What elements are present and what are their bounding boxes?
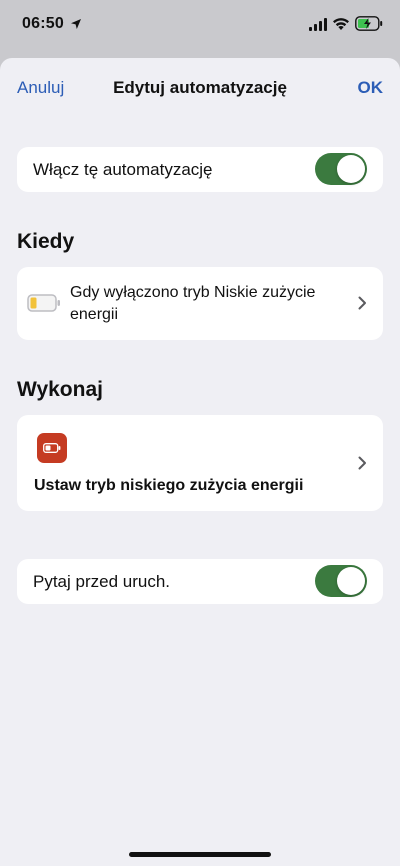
trigger-row[interactable]: Gdy wyłączono tryb Niskie zużycie energi… <box>17 267 383 340</box>
enable-automation-label: Włącz tę automatyzację <box>33 160 213 179</box>
ask-before-running-label: Pytaj przed uruch. <box>33 572 171 591</box>
low-power-mode-icon <box>37 433 67 463</box>
ok-button[interactable]: OK <box>358 78 384 98</box>
do-section-header: Wykonaj <box>17 378 103 401</box>
chevron-right-icon <box>358 456 366 470</box>
toggle-knob <box>337 155 365 183</box>
ask-before-running-row: Pytaj przed uruch. <box>17 559 383 604</box>
enable-automation-toggle[interactable] <box>315 153 367 185</box>
location-arrow-icon <box>71 19 81 29</box>
edit-automation-sheet: Anuluj Edytuj automatyzację OK Włącz tę … <box>0 58 400 866</box>
trigger-label: Gdy wyłączono tryb Niskie zużycie energi… <box>70 284 316 323</box>
toggle-knob <box>337 567 365 595</box>
ask-before-running-toggle[interactable] <box>315 565 367 597</box>
status-bar: 06:50 <box>0 0 400 52</box>
page-title: Edytuj automatyzację <box>113 78 287 97</box>
chevron-right-icon <box>358 296 366 310</box>
navigation-bar: Anuluj Edytuj automatyzację OK <box>0 58 400 118</box>
status-time: 06:50 <box>22 15 64 32</box>
battery-low-icon <box>27 294 60 312</box>
battery-charging-icon <box>355 16 383 31</box>
enable-automation-row: Włącz tę automatyzację <box>17 147 383 192</box>
home-indicator[interactable] <box>129 852 271 857</box>
cellular-signal-icon <box>309 18 327 31</box>
action-row[interactable]: Ustaw tryb niskiego zużycia energii <box>17 415 383 511</box>
phone-screen: 06:50 Anuluj Edytuj automatyzację OK Włą… <box>0 0 400 866</box>
battery-glyph-icon <box>43 443 61 453</box>
action-label: Ustaw tryb niskiego zużycia energii <box>34 477 304 494</box>
when-section-header: Kiedy <box>17 230 75 253</box>
wifi-icon <box>333 18 349 30</box>
